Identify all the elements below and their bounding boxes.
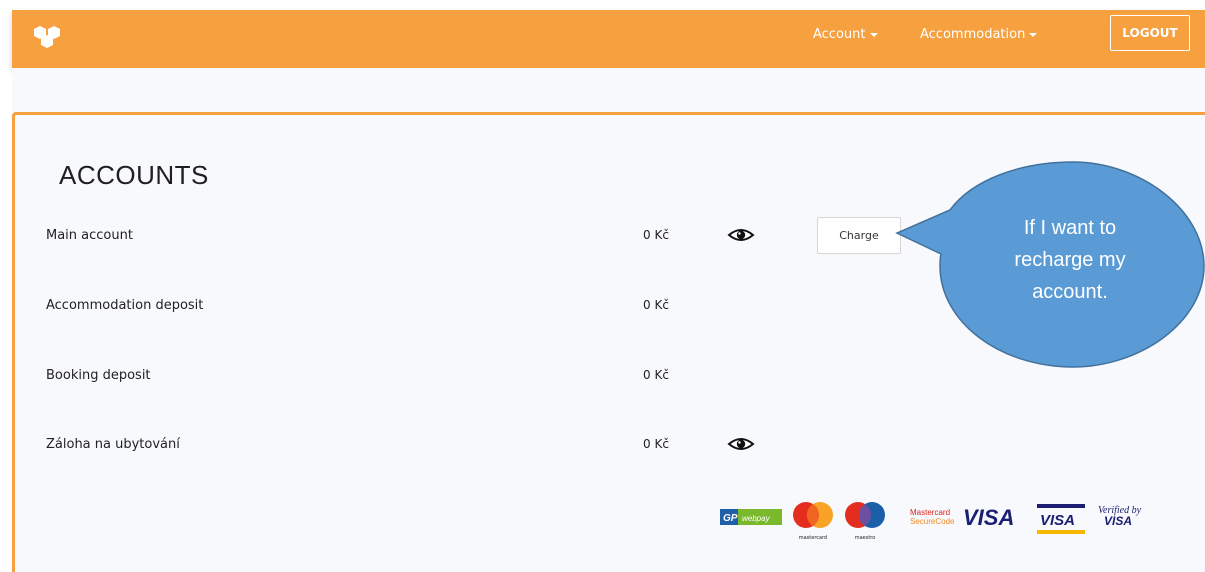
account-name-booking-deposit: Booking deposit	[46, 368, 151, 383]
visa-text: VISA	[963, 505, 1014, 530]
page-title: ACCOUNTS	[59, 160, 209, 190]
account-name-zaloha: Záloha na ubytování	[46, 437, 180, 452]
securecode-line2: SecureCode	[910, 517, 955, 526]
visa-electron-logo: VISA	[1037, 504, 1085, 534]
caret-down-icon	[869, 32, 878, 37]
account-amount-zaloha: 0 Kč	[643, 437, 669, 451]
visa-electron-text: VISA	[1040, 512, 1075, 529]
gpwebpay-gp-text: GP	[723, 513, 738, 524]
account-amount-booking-deposit: 0 Kč	[643, 368, 669, 382]
maestro-logo: maestro	[845, 502, 885, 541]
top-navbar: Account Accommodation LOGOUT	[12, 10, 1205, 68]
account-name-main: Main account	[46, 228, 133, 243]
caret-down-icon	[1029, 32, 1038, 37]
eye-icon[interactable]	[727, 435, 755, 453]
account-amount-main: 0 Kč	[643, 228, 669, 242]
nav-accommodation-label: Accommodation	[920, 27, 1026, 42]
maestro-caption: maestro	[855, 535, 876, 541]
mastercard-securecode-logo: Mastercard SecureCode	[910, 508, 955, 526]
accounts-panel: ACCOUNTS Main account 0 Kč Charge Accomm…	[12, 112, 1205, 572]
nav-account-label: Account	[813, 27, 866, 42]
nav-account-dropdown[interactable]: Account	[813, 27, 878, 42]
logo-icon[interactable]	[24, 19, 72, 55]
payment-logos: GP webpay mastercard maestro Mastercard …	[720, 502, 1142, 541]
gpwebpay-logo: GP webpay	[720, 509, 782, 525]
verified-line2: VISA	[1104, 514, 1132, 528]
securecode-line1: Mastercard	[910, 508, 950, 517]
mastercard-caption: mastercard	[799, 535, 827, 541]
visa-logo: VISA	[963, 505, 1014, 530]
sub-header-bar	[12, 68, 1205, 112]
account-amount-accommodation-deposit: 0 Kč	[643, 298, 669, 312]
nav-accommodation-dropdown[interactable]: Accommodation	[920, 27, 1038, 42]
logout-button[interactable]: LOGOUT	[1110, 15, 1190, 51]
verified-by-visa-logo: Verified by VISA	[1098, 505, 1142, 528]
eye-icon[interactable]	[727, 226, 755, 244]
account-name-accommodation-deposit: Accommodation deposit	[46, 298, 204, 313]
charge-button[interactable]: Charge	[817, 217, 901, 254]
mastercard-logo: mastercard	[793, 502, 833, 541]
callout-text: If I want to recharge my account.	[1014, 217, 1126, 303]
gpwebpay-webpay-text: webpay	[742, 514, 771, 523]
